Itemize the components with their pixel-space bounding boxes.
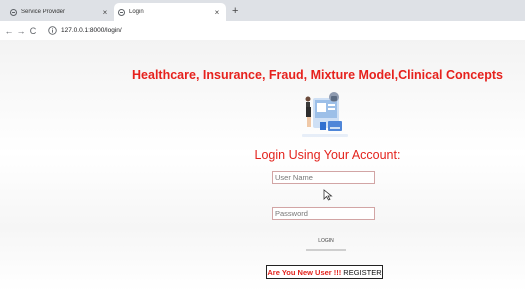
- browser-toolbar: ← → C 127.0.0.1:8000/login/: [0, 21, 525, 40]
- globe-favicon-icon: [118, 8, 125, 16]
- page-heading: Healthcare, Insurance, Fraud, Mixture Mo…: [132, 68, 503, 82]
- mouse-cursor-icon: [323, 189, 333, 201]
- login-illustration: [302, 92, 348, 137]
- forward-arrow-icon[interactable]: →: [15, 26, 27, 36]
- tab-strip: Service Provider × Login × +: [0, 0, 525, 21]
- password-input[interactable]: [272, 207, 375, 220]
- reload-icon[interactable]: C: [27, 26, 39, 36]
- register-prompt[interactable]: Are You New User !!! REGISTER: [266, 265, 383, 279]
- close-icon[interactable]: ×: [101, 8, 109, 17]
- login-title: Login Using Your Account:: [254, 148, 401, 162]
- username-input[interactable]: [272, 171, 375, 184]
- info-icon[interactable]: [47, 26, 57, 36]
- new-tab-icon[interactable]: +: [232, 4, 238, 18]
- tab-title: Service Provider: [21, 9, 66, 15]
- login-button[interactable]: LOGIN: [306, 233, 346, 251]
- tab-title: Login: [129, 9, 144, 15]
- globe-favicon-icon: [10, 8, 17, 16]
- register-link[interactable]: REGISTER: [343, 268, 381, 277]
- tab-service-provider[interactable]: Service Provider ×: [6, 3, 114, 21]
- address-bar[interactable]: 127.0.0.1:8000/login/: [61, 27, 122, 34]
- tab-login[interactable]: Login ×: [114, 3, 226, 21]
- close-icon[interactable]: ×: [213, 8, 221, 17]
- back-arrow-icon[interactable]: ←: [3, 26, 15, 36]
- new-user-text: Are You New User !!!: [267, 267, 342, 277]
